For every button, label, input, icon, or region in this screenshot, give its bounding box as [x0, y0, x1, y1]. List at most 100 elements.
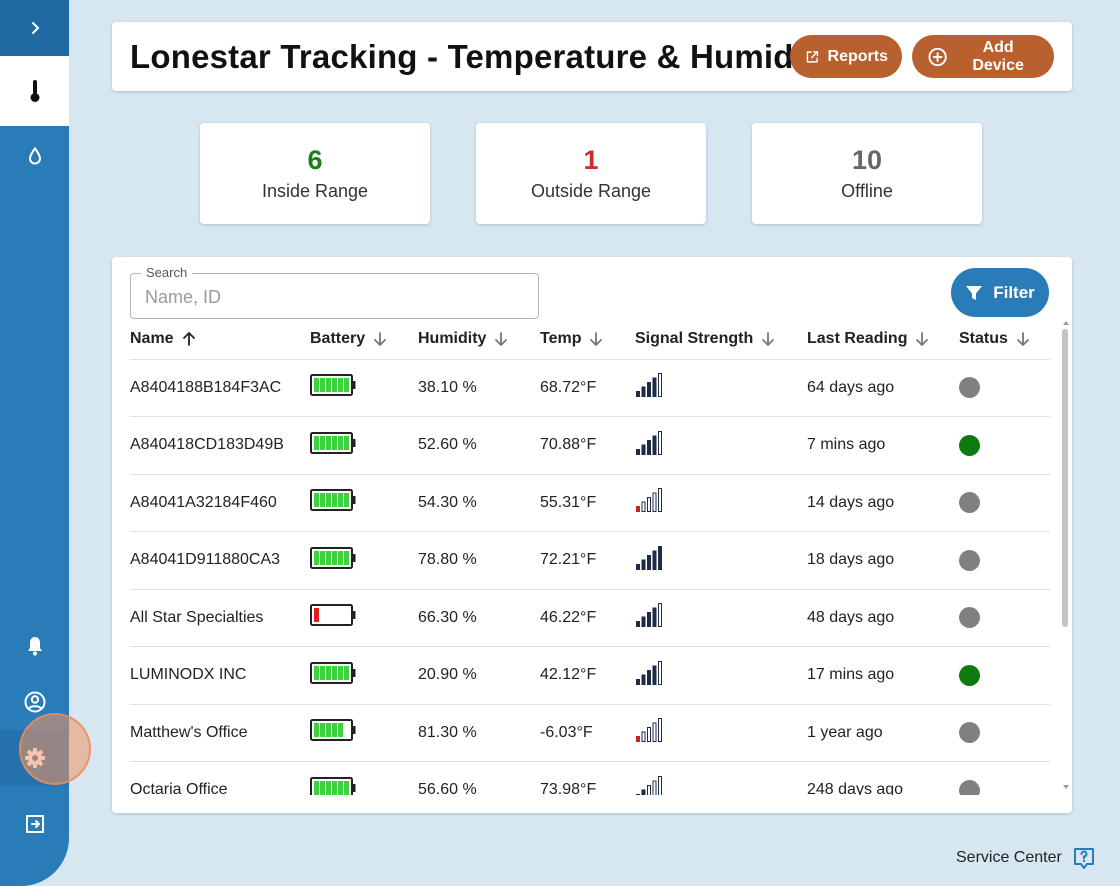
- signal-strength-icon: [636, 775, 662, 795]
- devices-table-scroll-area[interactable]: Name Battery Humidity Temp Signal Strength La…: [112, 319, 1058, 795]
- sidebar-expand-button[interactable]: [0, 0, 69, 56]
- humidity-cell: 81.30 %: [418, 704, 540, 762]
- device-name-cell: A8404188B184F3AC: [130, 359, 310, 417]
- humidity-cell: 52.60 %: [418, 416, 540, 475]
- last-reading-cell: 17 mins ago: [807, 646, 959, 705]
- status-cell: [959, 416, 1050, 475]
- sidebar-item-account[interactable]: [0, 674, 69, 730]
- table-row[interactable]: Octaria Office 56.60 % 73.98°F 248 days …: [130, 761, 1050, 795]
- table-row[interactable]: LUMINODX INC 20.90 % 42.12°F 17 mins ago: [130, 646, 1050, 705]
- column-header-label: Humidity: [418, 329, 487, 347]
- sidebar: [0, 0, 69, 886]
- sort-descending-icon[interactable]: [494, 331, 508, 347]
- status-dot: [959, 377, 980, 399]
- stat-label: Inside Range: [261, 181, 369, 201]
- status-dot: [959, 722, 980, 744]
- table-body: A8404188B184F3AC 38.10 % 68.72°F 64 days…: [130, 359, 1050, 795]
- column-header-humidity[interactable]: Humidity: [418, 319, 540, 360]
- sort-descending-icon[interactable]: [589, 331, 603, 347]
- sidebar-item-humidity[interactable]: [0, 128, 69, 184]
- plus-circle-icon: [928, 47, 947, 66]
- column-header-name[interactable]: Name: [130, 319, 310, 360]
- column-header-label: Signal Strength: [635, 329, 754, 347]
- table-row[interactable]: Matthew's Office 81.30 % -6.03°F 1 year …: [130, 704, 1050, 762]
- status-cell: [959, 531, 1050, 590]
- signal-strength-icon: [636, 660, 662, 685]
- status-dot: [959, 492, 980, 514]
- sort-descending-icon[interactable]: [1016, 331, 1030, 347]
- scroll-up-arrow[interactable]: [1063, 321, 1069, 325]
- table-scrollbar[interactable]: [1060, 319, 1070, 795]
- chevron-right-icon: [31, 22, 39, 34]
- battery-cell: [310, 646, 418, 705]
- scroll-down-arrow[interactable]: [1063, 785, 1069, 789]
- scrollbar-thumb[interactable]: [1062, 329, 1068, 627]
- last-reading-cell: 64 days ago: [807, 359, 959, 417]
- battery-icon: [310, 374, 356, 397]
- devices-table-card: Search Filter Name Battery Humidity Temp Sig…: [112, 257, 1072, 813]
- temperature-cell: 73.98°F: [540, 761, 635, 795]
- battery-cell: [310, 359, 418, 417]
- service-center-link[interactable]: Service Center: [956, 846, 1096, 870]
- battery-cell: [310, 474, 418, 532]
- sidebar-item-logout[interactable]: [0, 796, 69, 852]
- sort-descending-icon[interactable]: [915, 331, 929, 347]
- table-header-row: Name Battery Humidity Temp Signal Strength La…: [130, 319, 1050, 360]
- humidity-cell: 78.80 %: [418, 531, 540, 590]
- column-header-signal-strength[interactable]: Signal Strength: [635, 319, 807, 360]
- status-dot: [959, 779, 980, 795]
- table-row[interactable]: A840418CD183D49B 52.60 % 70.88°F 7 mins …: [130, 416, 1050, 475]
- column-header-status[interactable]: Status: [959, 319, 1050, 360]
- search-field[interactable]: Search: [130, 265, 539, 319]
- battery-icon: [310, 719, 356, 742]
- signal-cell: [635, 416, 807, 475]
- signal-strength-icon: [636, 603, 662, 628]
- stat-card-inside-range[interactable]: 6 Inside Range: [200, 123, 430, 224]
- status-cell: [959, 646, 1050, 705]
- sidebar-item-notifications[interactable]: [0, 618, 69, 674]
- battery-cell: [310, 761, 418, 795]
- temperature-cell: -6.03°F: [540, 704, 635, 762]
- device-name-cell: All Star Specialties: [130, 589, 310, 647]
- column-header-temp[interactable]: Temp: [540, 319, 635, 360]
- battery-icon: [310, 546, 356, 569]
- battery-icon: [310, 604, 356, 627]
- last-reading-cell: 48 days ago: [807, 589, 959, 647]
- sidebar-item-settings[interactable]: [0, 730, 69, 786]
- column-header-label: Temp: [540, 329, 582, 347]
- signal-cell: [635, 761, 807, 795]
- gear-icon: [24, 748, 45, 768]
- last-reading-cell: 14 days ago: [807, 474, 959, 532]
- column-header-battery[interactable]: Battery: [310, 319, 418, 360]
- filter-funnel-icon: [966, 285, 983, 300]
- status-cell: [959, 704, 1050, 762]
- table-row[interactable]: A84041D911880CA3 78.80 % 72.21°F 18 days…: [130, 531, 1050, 590]
- stat-card-outside-range[interactable]: 1 Outside Range: [476, 123, 706, 224]
- sort-descending-icon[interactable]: [373, 331, 387, 347]
- column-header-last-reading[interactable]: Last Reading: [807, 319, 959, 360]
- reports-button-label: Reports: [827, 47, 888, 65]
- temperature-cell: 46.22°F: [540, 589, 635, 647]
- battery-icon: [310, 661, 356, 684]
- filter-button[interactable]: Filter: [951, 268, 1049, 317]
- sidebar-item-temperature[interactable]: [0, 56, 69, 126]
- sort-descending-icon[interactable]: [761, 331, 775, 347]
- battery-icon: [310, 431, 356, 454]
- stat-label: Offline: [841, 181, 893, 201]
- table-row[interactable]: A84041A32184F460 54.30 % 55.31°F 14 days…: [130, 474, 1050, 532]
- humidity-cell: 66.30 %: [418, 589, 540, 647]
- device-name-cell: Octaria Office: [130, 761, 310, 795]
- battery-cell: [310, 531, 418, 590]
- last-reading-cell: 248 days ago: [807, 761, 959, 795]
- temperature-cell: 68.72°F: [540, 359, 635, 417]
- table-row[interactable]: A8404188B184F3AC 38.10 % 68.72°F 64 days…: [130, 359, 1050, 417]
- signal-cell: [635, 704, 807, 762]
- signal-cell: [635, 589, 807, 647]
- table-row[interactable]: All Star Specialties 66.30 % 46.22°F 48 …: [130, 589, 1050, 647]
- battery-icon: [310, 489, 356, 512]
- reports-button[interactable]: Reports: [790, 35, 902, 78]
- sort-ascending-icon[interactable]: [182, 331, 196, 347]
- add-device-button[interactable]: Add Device: [912, 35, 1054, 78]
- search-input[interactable]: [145, 285, 525, 309]
- stat-card-offline[interactable]: 10 Offline: [752, 123, 982, 224]
